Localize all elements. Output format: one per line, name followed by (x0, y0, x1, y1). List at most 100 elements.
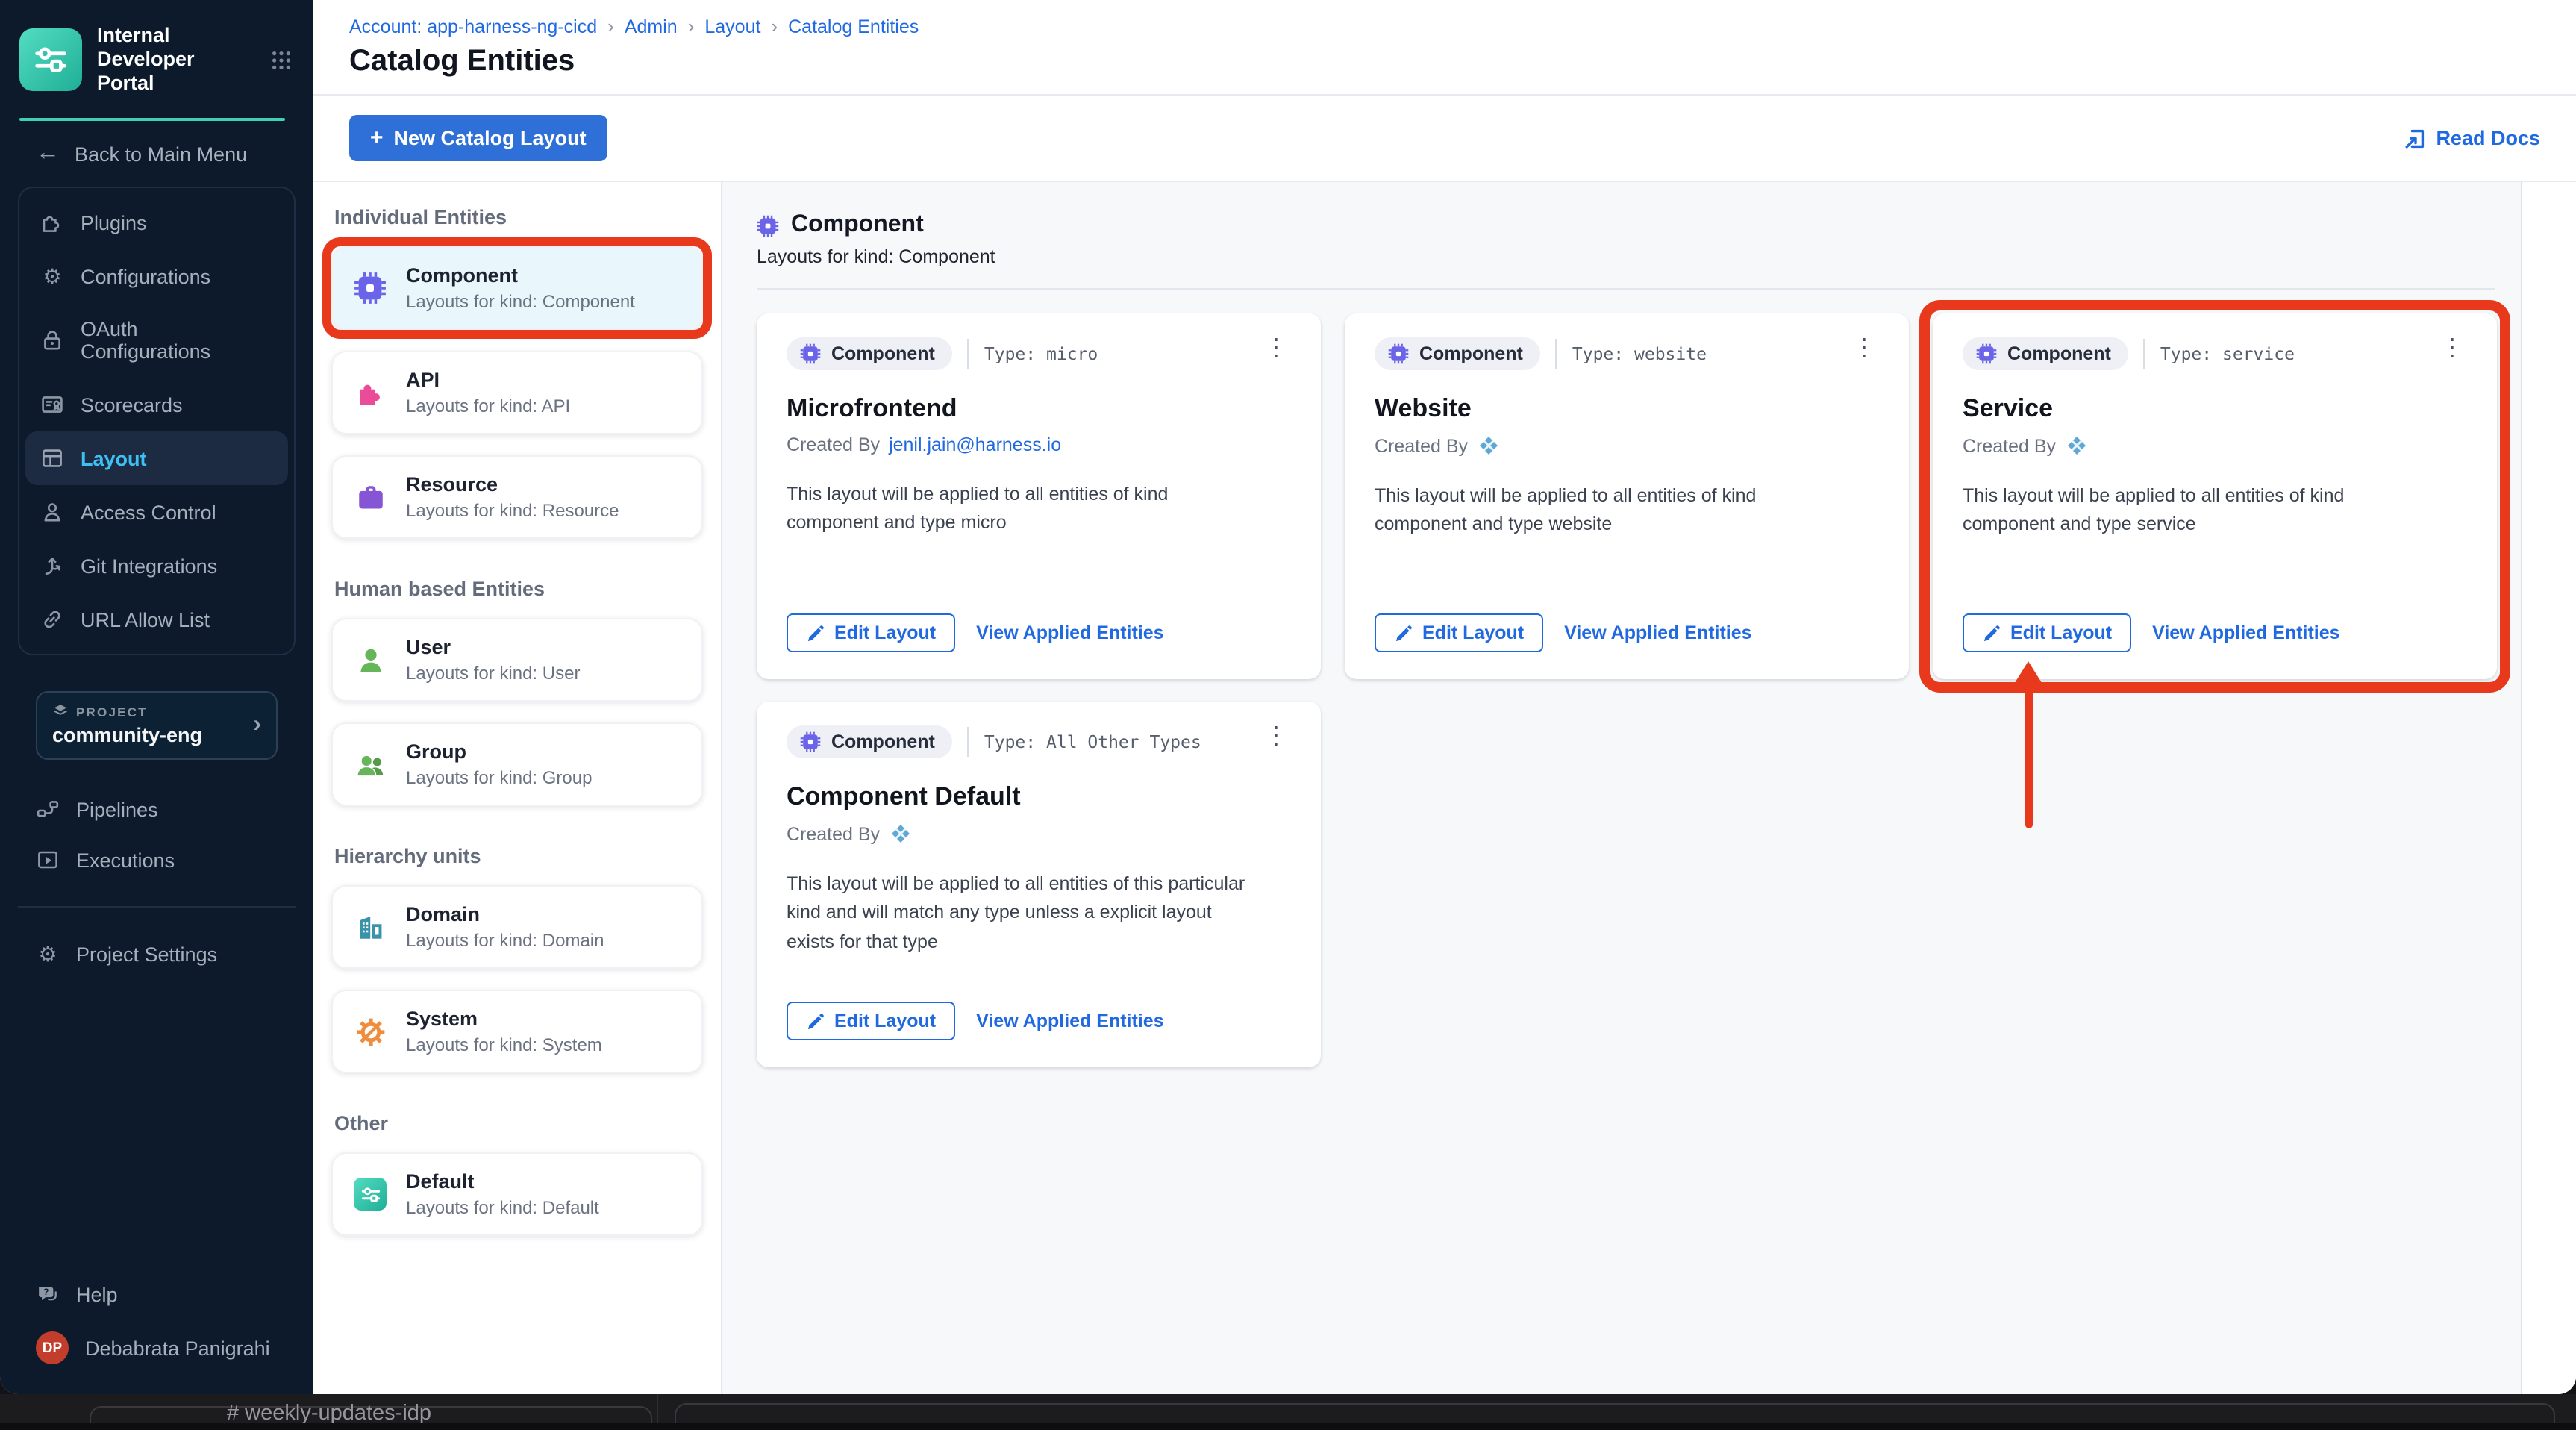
kebab-menu-icon[interactable]: ⋮ (1849, 337, 1879, 361)
entity-desc: Layouts for kind: Group (406, 767, 593, 788)
breadcrumb-admin[interactable]: Admin (625, 16, 678, 37)
entity-desc: Layouts for kind: User (406, 663, 581, 684)
backstage-icon[interactable] (2065, 434, 2087, 457)
view-applied-entities-link[interactable]: View Applied Entities (976, 622, 1163, 643)
entity-name: System (406, 1008, 478, 1030)
read-docs-label: Read Docs (2436, 127, 2540, 149)
chip-icon (757, 214, 779, 237)
read-docs-icon (2403, 126, 2427, 150)
card-title: Component Default (787, 782, 1021, 811)
breadcrumb: Account: app-harness-ng-cicd › Admin › L… (349, 15, 2540, 37)
sidebar-item-label: Executions (76, 849, 175, 872)
divider (1555, 339, 1557, 369)
entity-item-component[interactable]: Component Layouts for kind: Component (322, 237, 712, 339)
edit-layout-button[interactable]: Edit Layout (1963, 613, 2132, 652)
kebab-menu-icon[interactable]: ⋮ (1261, 337, 1291, 361)
pipelines-icon (36, 797, 60, 821)
card-title: Website (1375, 394, 1472, 422)
back-to-main-menu[interactable]: ← Back to Main Menu (0, 121, 313, 181)
user-name: Debabrata Panigrahi (85, 1337, 270, 1359)
edit-layout-button[interactable]: Edit Layout (1375, 613, 1544, 652)
chip-icon (800, 731, 821, 752)
chip-icon (800, 343, 821, 364)
read-docs-link[interactable]: Read Docs (2403, 126, 2540, 150)
section-individual-entities: Individual Entities (334, 206, 507, 228)
backstage-icon[interactable] (1477, 434, 1499, 457)
sidebar-item-configurations[interactable]: ⚙ Configurations (25, 249, 288, 303)
divider (967, 727, 969, 757)
project-selector[interactable]: PROJECT community-eng › (36, 691, 278, 761)
group-icon (354, 748, 387, 781)
chip-icon (354, 272, 387, 305)
sidebar-item-label: Plugins (81, 211, 147, 234)
sidebar-item-label: Pipelines (76, 798, 158, 821)
app-switcher-grid-icon[interactable] (270, 49, 293, 72)
sidebar-item-label: URL Allow List (81, 608, 210, 631)
sidebar-item-label: Project Settings (76, 943, 218, 966)
idp-logo (19, 28, 82, 92)
entity-item-resource[interactable]: Resource Layouts for kind: Resource (331, 455, 703, 539)
sidebar-item-project-settings[interactable]: ⚙ Project Settings (0, 928, 313, 979)
entity-name: Group (406, 740, 466, 763)
entity-item-api[interactable]: API Layouts for kind: API (331, 351, 703, 434)
layout-card-website: Component Type: website ⋮ Website Create… (1345, 313, 1909, 679)
new-catalog-layout-button[interactable]: + New Catalog Layout (349, 115, 607, 161)
sidebar-item-help[interactable]: ? Help (0, 1269, 313, 1320)
breadcrumb-layout[interactable]: Layout (704, 16, 760, 37)
created-by-label: Created By (1375, 435, 1469, 456)
sidebar-item-scorecards[interactable]: Scorecards (25, 378, 288, 431)
section-hierarchy-units: Hierarchy units (334, 845, 481, 867)
entity-name: Resource (406, 473, 498, 496)
edit-layout-button[interactable]: Edit Layout (787, 613, 956, 652)
scorecard-icon (40, 393, 64, 416)
entity-item-group[interactable]: Group Layouts for kind: Group (331, 722, 703, 806)
background-window-bar: # weekly-updates-idp (0, 1394, 2576, 1430)
layout-card-service: Component Type: service ⋮ Service Create… (1933, 313, 2497, 679)
screen: Internal Developer Portal ← Back to Main… (0, 0, 2576, 1430)
sidebar-item-pipelines[interactable]: Pipelines (0, 784, 313, 834)
sidebar-item-executions[interactable]: Executions (0, 834, 313, 885)
view-applied-entities-link[interactable]: View Applied Entities (976, 1011, 1163, 1031)
svg-text:?: ? (43, 1287, 49, 1297)
kebab-menu-icon[interactable]: ⋮ (2437, 337, 2467, 361)
user-menu[interactable]: DP Debabrata Panigrahi (0, 1320, 313, 1394)
sidebar-item-oauth-configurations[interactable]: OAuth Configurations (25, 303, 288, 378)
new-catalog-layout-label: New Catalog Layout (393, 127, 587, 149)
entity-name: Domain (406, 903, 481, 925)
sidebar-item-layout[interactable]: Layout (25, 431, 288, 486)
sidebar-item-git-integrations[interactable]: Git Integrations (25, 539, 288, 593)
sidebar-header: Internal Developer Portal (0, 0, 313, 114)
user-icon (354, 643, 387, 676)
kebab-menu-icon[interactable]: ⋮ (1261, 725, 1291, 749)
sidebar-item-label: Git Integrations (81, 555, 218, 578)
entity-item-default[interactable]: Default Layouts for kind: Default (331, 1152, 703, 1236)
pencil-icon (807, 625, 824, 641)
entity-item-user[interactable]: User Layouts for kind: User (331, 618, 703, 702)
view-applied-entities-link[interactable]: View Applied Entities (2152, 622, 2339, 643)
divider (967, 339, 969, 369)
breadcrumb-catalog-entities[interactable]: Catalog Entities (788, 16, 919, 37)
entity-desc: Layouts for kind: API (406, 396, 571, 416)
component-badge: Component (1375, 337, 1541, 370)
sidebar-item-label: Access Control (81, 501, 216, 524)
plus-icon: + (370, 125, 384, 151)
edit-layout-button[interactable]: Edit Layout (787, 1002, 956, 1040)
backstage-icon[interactable] (889, 822, 911, 845)
entity-item-domain[interactable]: Domain Layouts for kind: Domain (331, 885, 703, 969)
created-by-label: Created By (787, 434, 881, 455)
system-gear-icon (354, 1015, 387, 1048)
chip-icon (1388, 343, 1409, 364)
entity-item-system[interactable]: System Layouts for kind: System (331, 990, 703, 1073)
view-applied-entities-link[interactable]: View Applied Entities (1564, 622, 1751, 643)
created-by-link[interactable]: jenil.jain@harness.io (889, 434, 1061, 455)
person-icon (40, 500, 64, 524)
lock-icon (40, 328, 64, 352)
sidebar-item-label: Scorecards (81, 393, 183, 416)
created-by-label: Created By (1963, 435, 2057, 456)
breadcrumb-account[interactable]: Account: app-harness-ng-cicd (349, 16, 597, 37)
sidebar-item-url-allow-list[interactable]: URL Allow List (25, 593, 288, 646)
annotation-arrow (2010, 661, 2046, 837)
entity-name: Default (406, 1170, 475, 1193)
sidebar-item-plugins[interactable]: Plugins (25, 196, 288, 249)
sidebar-item-access-control[interactable]: Access Control (25, 485, 288, 539)
